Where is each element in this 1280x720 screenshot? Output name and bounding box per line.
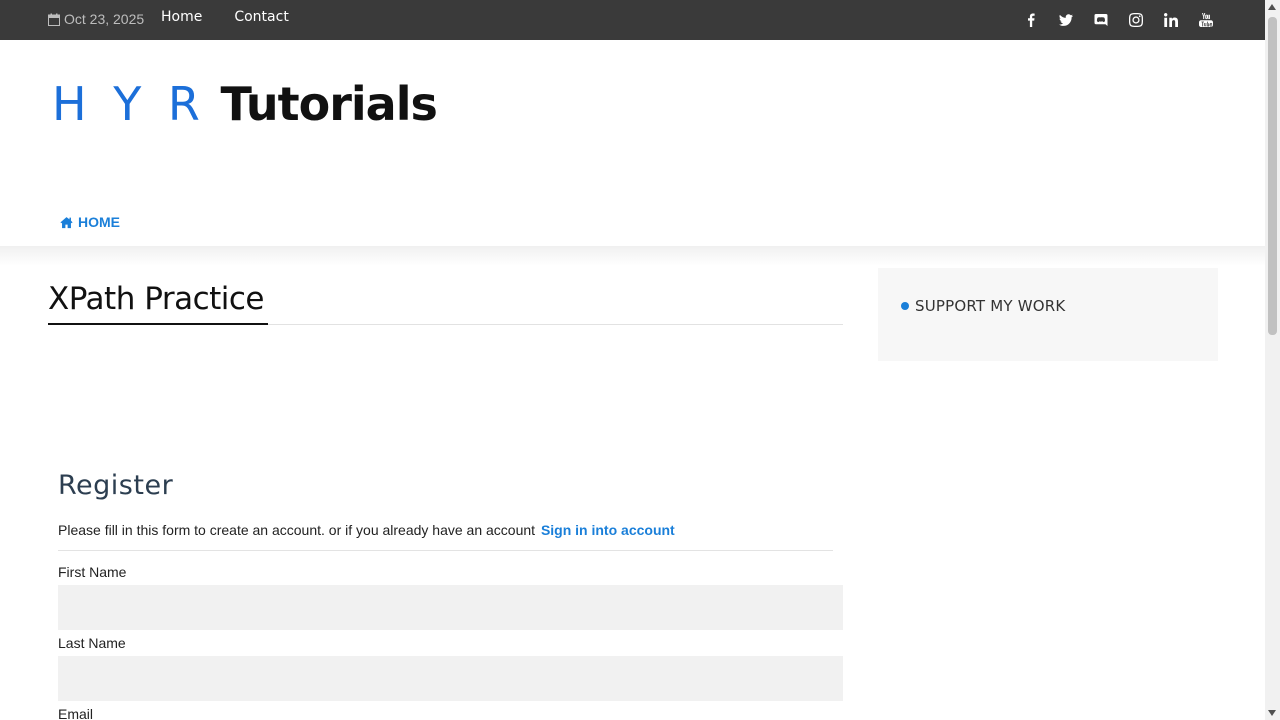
home-icon xyxy=(60,216,73,228)
form-divider xyxy=(58,550,833,551)
calendar-icon xyxy=(48,13,60,26)
title-underline xyxy=(48,323,268,325)
scroll-down-arrow-icon[interactable] xyxy=(1268,710,1276,716)
scrollbar-thumb[interactable] xyxy=(1268,17,1277,335)
sidebar-widget: SUPPORT MY WORK xyxy=(878,268,1218,361)
signin-link[interactable]: Sign in into account xyxy=(541,522,675,538)
twitter-icon[interactable] xyxy=(1058,12,1073,27)
top-nav: Home Contact xyxy=(161,9,289,25)
discord-icon[interactable] xyxy=(1093,12,1108,27)
main-nav-home-label: HOME xyxy=(78,214,120,230)
email-label: Email xyxy=(58,706,94,720)
header-divider xyxy=(0,246,1265,266)
page-scrollbar[interactable] xyxy=(1265,0,1280,720)
logo-hyr: H Y R xyxy=(52,77,206,131)
logo-tutorials: Tutorials xyxy=(220,77,438,131)
site-logo[interactable]: H Y R Tutorials xyxy=(52,74,438,134)
top-nav-home[interactable]: Home xyxy=(161,9,202,25)
date-display: Oct 23, 2025 xyxy=(48,11,144,27)
top-nav-contact[interactable]: Contact xyxy=(234,9,288,25)
first-name-label: First Name xyxy=(58,564,127,580)
register-intro: Please fill in this form to create an ac… xyxy=(58,522,675,538)
sidebar-title-text: SUPPORT MY WORK xyxy=(915,297,1066,315)
top-bar: Oct 23, 2025 Home Contact xyxy=(0,0,1265,40)
bullet-icon xyxy=(901,302,909,310)
scroll-up-arrow-icon[interactable] xyxy=(1268,4,1276,10)
register-intro-text: Please fill in this form to create an ac… xyxy=(58,522,536,538)
social-links xyxy=(1023,12,1213,27)
page-title: XPath Practice xyxy=(48,281,265,317)
facebook-icon[interactable] xyxy=(1023,12,1038,27)
youtube-icon[interactable] xyxy=(1198,12,1213,27)
linkedin-icon[interactable] xyxy=(1163,12,1178,27)
sidebar-widget-title: SUPPORT MY WORK xyxy=(901,297,1065,315)
last-name-input[interactable] xyxy=(58,656,843,701)
register-heading: Register xyxy=(58,470,174,501)
date-text: Oct 23, 2025 xyxy=(64,11,145,27)
first-name-input[interactable] xyxy=(58,585,843,630)
main-nav-home[interactable]: HOME xyxy=(60,214,120,230)
last-name-label: Last Name xyxy=(58,635,126,651)
instagram-icon[interactable] xyxy=(1128,12,1143,27)
